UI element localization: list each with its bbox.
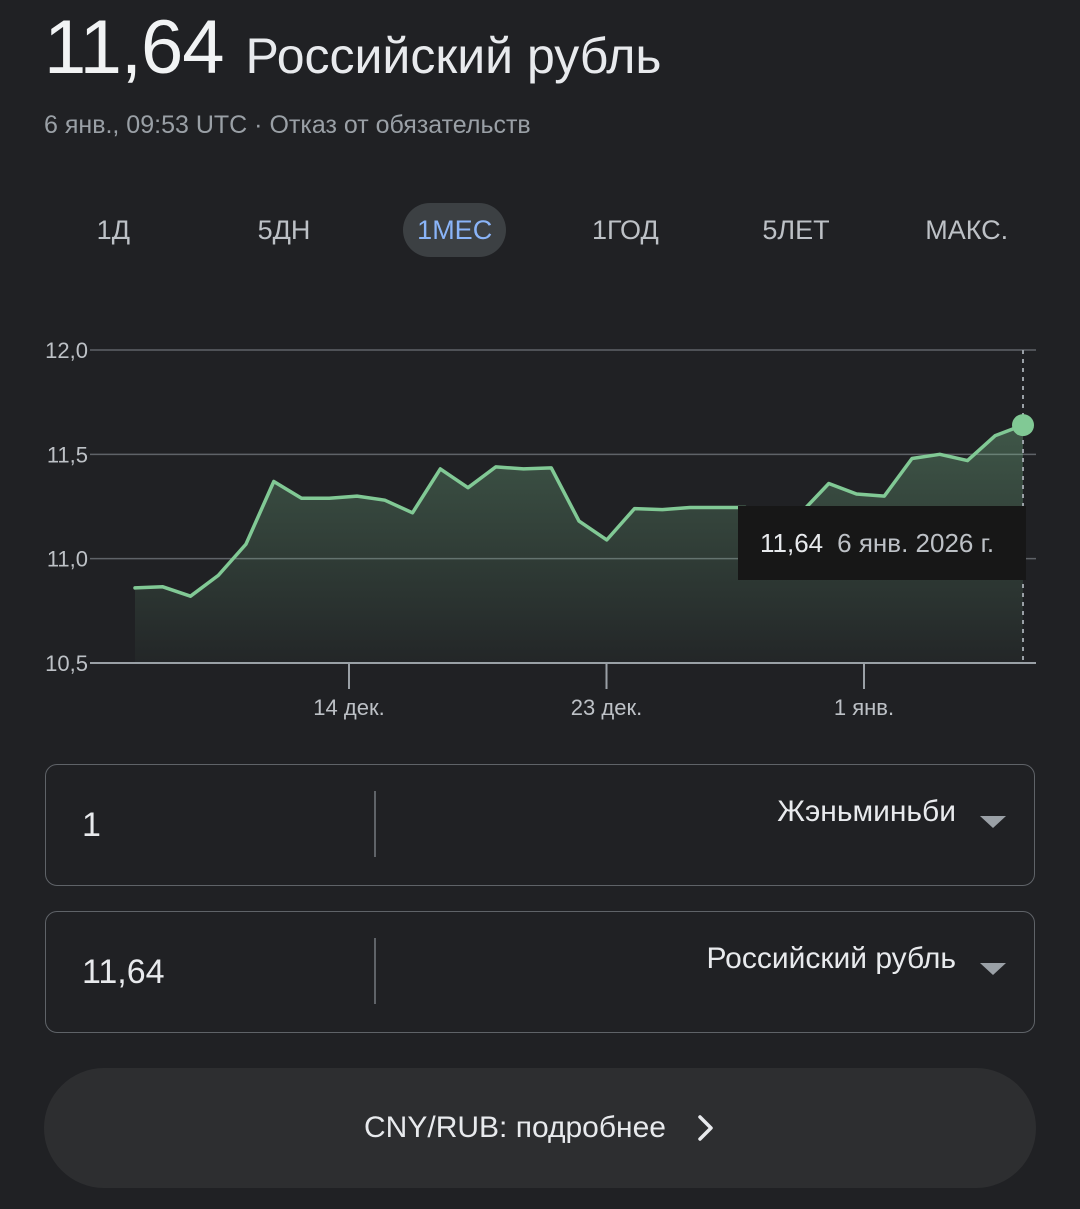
tab-5d[interactable]: 5ДН: [199, 203, 370, 257]
converter-divider: [374, 791, 376, 857]
exchange-rate-value: 11,64: [44, 5, 225, 90]
chevron-right-icon: [696, 1113, 716, 1143]
tab-label: МАКС.: [925, 215, 1009, 245]
target-currency-name: Российский рубль: [245, 28, 662, 84]
x-tick-label: 1 янв.: [834, 695, 894, 720]
tab-label: 1Д: [96, 215, 130, 245]
from-amount-input[interactable]: 1: [82, 765, 362, 885]
tab-max[interactable]: МАКС.: [881, 203, 1052, 257]
y-tick-label: 10,5: [45, 651, 88, 676]
tab-label: 5ДН: [257, 215, 311, 245]
tooltip-value: 11,64: [760, 527, 824, 558]
disclaimer-link[interactable]: Отказ от обязательств: [269, 111, 530, 139]
tab-1y[interactable]: 1ГОД: [540, 203, 711, 257]
dropdown-caret-icon: [980, 963, 1006, 975]
subline-separator: ·: [254, 111, 263, 139]
x-axis-ticks: 14 дек. 23 дек. 1 янв.: [313, 663, 894, 720]
to-currency-label: Российский рубль: [706, 942, 956, 975]
from-currency-select[interactable]: Жэньминьби: [777, 795, 1006, 829]
headline: 11,64 Российский рубль: [44, 4, 661, 91]
y-tick-label: 11,5: [47, 442, 88, 467]
y-tick-label: 12,0: [45, 338, 88, 363]
tooltip-date: 6 янв. 2026 г.: [837, 527, 995, 558]
y-axis-labels: 12,0 11,5 11,0 10,5: [45, 338, 88, 676]
tab-label: 1ГОД: [591, 215, 659, 245]
y-tick-label: 11,0: [47, 547, 88, 572]
converter-to-row: 11,64 Российский рубль: [45, 911, 1035, 1033]
x-tick-label: 14 дек.: [313, 695, 384, 720]
tab-1d[interactable]: 1Д: [28, 203, 199, 257]
tab-label: 1МЕС: [403, 203, 507, 257]
current-point-marker: [1012, 414, 1034, 437]
converter-from-row: 1 Жэньминьби: [45, 764, 1035, 886]
to-currency-select[interactable]: Российский рубль: [706, 942, 1006, 976]
tab-5y[interactable]: 5ЛЕТ: [711, 203, 882, 257]
from-currency-label: Жэньминьби: [777, 795, 956, 828]
to-amount-input[interactable]: 11,64: [82, 912, 362, 1032]
chart-tooltip: 11,64 6 янв. 2026 г.: [738, 506, 1026, 580]
rate-subline: 6 янв., 09:53 UTC · Отказ от обязательст…: [44, 111, 531, 140]
tab-1m[interactable]: 1МЕС: [369, 203, 540, 257]
details-button-label: CNY/RUB: подробнее: [364, 1111, 666, 1144]
tab-label: 5ЛЕТ: [762, 215, 830, 245]
x-tick-label: 23 дек.: [571, 695, 642, 720]
rate-timestamp: 6 янв., 09:53 UTC: [44, 111, 248, 139]
time-range-tabs: 1Д 5ДН 1МЕС 1ГОД 5ЛЕТ МАКС.: [28, 203, 1052, 257]
dropdown-caret-icon: [980, 816, 1006, 828]
converter-divider: [374, 938, 376, 1004]
details-button[interactable]: CNY/RUB: подробнее: [44, 1068, 1036, 1188]
